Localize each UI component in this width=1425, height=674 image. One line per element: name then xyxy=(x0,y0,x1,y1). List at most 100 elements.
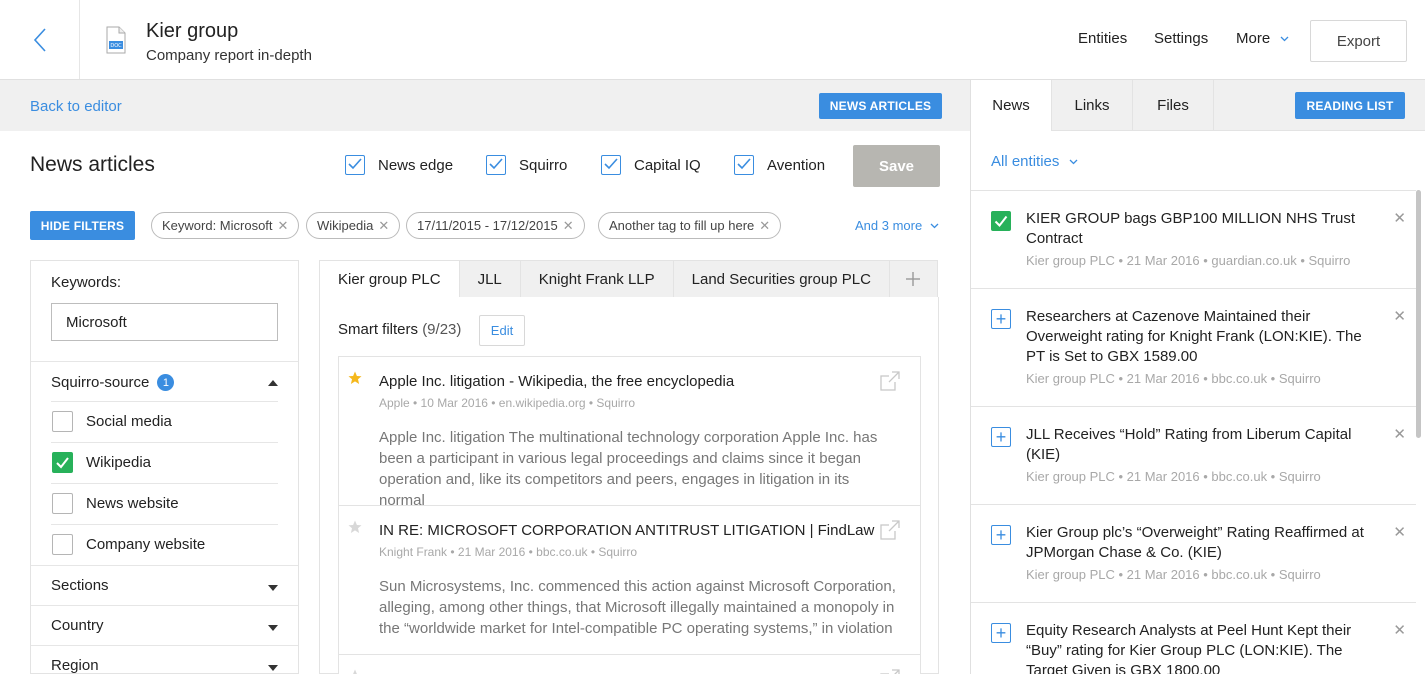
close-icon[interactable]: ✕ xyxy=(1393,307,1406,325)
news-list-item[interactable]: + Kier Group plc’s “Overweight” Rating R… xyxy=(971,504,1416,603)
news-articles-heading: News articles xyxy=(30,153,155,176)
plus-icon xyxy=(906,272,921,286)
close-icon[interactable]: ✕ xyxy=(1393,621,1406,639)
external-link-icon[interactable] xyxy=(880,371,900,391)
divider xyxy=(51,524,278,525)
add-tab-button[interactable] xyxy=(890,261,937,297)
added-check-icon[interactable] xyxy=(991,211,1011,231)
checkbox-checked-icon xyxy=(601,155,621,175)
reading-list-button[interactable]: READING LIST xyxy=(1295,92,1405,119)
news-item-title[interactable]: JLL Receives “Hold” Rating from Liberum … xyxy=(1026,425,1376,465)
article-meta: Apple • 10 Mar 2016 • en.wikipedia.org •… xyxy=(379,396,636,410)
filter-tag-label: 17/11/2015 - 17/12/2015 xyxy=(417,218,558,233)
close-icon[interactable]: ✕ xyxy=(1393,209,1406,227)
article-item[interactable] xyxy=(338,654,921,674)
squirro-source-group-header[interactable]: Squirro-source 1 xyxy=(51,374,175,391)
article-item[interactable]: Apple Inc. litigation - Wikipedia, the f… xyxy=(338,356,921,509)
section-country[interactable]: Country xyxy=(51,617,104,634)
collapse-arrow-icon[interactable] xyxy=(268,380,278,386)
news-list-item[interactable]: + Researchers at Cazenove Maintained the… xyxy=(971,288,1416,407)
remove-tag-icon[interactable]: ✕ xyxy=(563,218,574,234)
tab-files[interactable]: Files xyxy=(1133,80,1214,131)
and-more-toggle[interactable]: And 3 more xyxy=(855,218,939,233)
add-to-list-icon[interactable]: + xyxy=(991,309,1011,329)
news-item-meta: Kier group PLC • 21 Mar 2016 • bbc.co.uk… xyxy=(1026,469,1321,484)
news-item-title[interactable]: Researchers at Cazenove Maintained their… xyxy=(1026,307,1376,367)
expand-arrow-icon[interactable] xyxy=(268,625,278,631)
source-checkbox-news-edge[interactable]: News edge xyxy=(345,155,453,175)
all-entities-dropdown[interactable]: All entities xyxy=(991,153,1078,170)
back-to-editor-link[interactable]: Back to editor xyxy=(30,98,122,115)
tab-land-securities-group-plc[interactable]: Land Securities group PLC xyxy=(674,261,890,297)
source-checkbox-squirro[interactable]: Squirro xyxy=(486,155,567,175)
news-list-item[interactable]: + JLL Receives “Hold” Rating from Liberu… xyxy=(971,406,1416,505)
export-button[interactable]: Export xyxy=(1310,20,1407,62)
section-sections[interactable]: Sections xyxy=(51,577,109,594)
source-checkbox-capital-iq[interactable]: Capital IQ xyxy=(601,155,701,175)
star-outline-icon[interactable] xyxy=(348,520,362,534)
page-subtitle: Company report in-depth xyxy=(146,47,312,64)
back-button[interactable] xyxy=(0,0,80,79)
tab-news[interactable]: News xyxy=(971,80,1052,131)
option-label: Company website xyxy=(86,536,206,553)
hide-filters-button[interactable]: HIDE FILTERS xyxy=(30,211,135,240)
news-list-item[interactable]: + Equity Research Analysts at Peel Hunt … xyxy=(971,602,1416,674)
star-outline-icon[interactable] xyxy=(348,669,362,674)
external-link-icon[interactable] xyxy=(880,669,900,674)
divider xyxy=(31,645,298,646)
add-to-list-icon[interactable]: + xyxy=(991,623,1011,643)
source-label: Avention xyxy=(767,156,826,174)
news-item-meta: Kier group PLC • 21 Mar 2016 • bbc.co.uk… xyxy=(1026,567,1321,582)
section-region[interactable]: Region xyxy=(51,657,99,674)
news-item-title[interactable]: Kier Group plc’s “Overweight” Rating Rea… xyxy=(1026,523,1376,563)
keywords-input[interactable] xyxy=(51,303,278,341)
entity-tabs: Kier group PLC JLL Knight Frank LLP Land… xyxy=(319,260,938,298)
close-icon[interactable]: ✕ xyxy=(1393,425,1406,443)
nav-entities[interactable]: Entities xyxy=(1078,30,1127,47)
option-wikipedia[interactable]: Wikipedia xyxy=(52,452,151,473)
filter-tag-label: Wikipedia xyxy=(317,218,374,233)
option-news-website[interactable]: News website xyxy=(52,493,179,514)
smart-filters-label: Smart filters (9/23) xyxy=(338,321,461,338)
option-label: News website xyxy=(86,495,179,512)
option-label: Social media xyxy=(86,413,172,430)
all-entities-label: All entities xyxy=(991,153,1060,170)
divider xyxy=(51,483,278,484)
squirro-source-label: Squirro-source xyxy=(51,374,150,391)
news-item-title[interactable]: Equity Research Analysts at Peel Hunt Ke… xyxy=(1026,621,1376,674)
news-list-item[interactable]: KIER GROUP bags GBP100 MILLION NHS Trust… xyxy=(971,190,1416,289)
edit-smart-filters-button[interactable]: Edit xyxy=(479,315,525,346)
tab-jll[interactable]: JLL xyxy=(460,261,521,297)
remove-tag-icon[interactable]: ✕ xyxy=(278,218,289,234)
tab-knight-frank-llp[interactable]: Knight Frank LLP xyxy=(521,261,674,297)
article-title[interactable]: Apple Inc. litigation - Wikipedia, the f… xyxy=(379,373,734,390)
remove-tag-icon[interactable]: ✕ xyxy=(759,218,770,234)
article-item[interactable]: IN RE: MICROSOFT CORPORATION ANTITRUST L… xyxy=(338,505,921,655)
scrollbar[interactable] xyxy=(1416,190,1421,438)
tab-kier-group-plc[interactable]: Kier group PLC xyxy=(320,261,460,297)
nav-settings[interactable]: Settings xyxy=(1154,30,1208,47)
chevron-left-icon xyxy=(33,27,46,52)
option-social-media[interactable]: Social media xyxy=(52,411,172,432)
expand-arrow-icon[interactable] xyxy=(268,585,278,591)
remove-tag-icon[interactable]: ✕ xyxy=(378,218,389,234)
option-company-website[interactable]: Company website xyxy=(52,534,205,555)
news-articles-button[interactable]: NEWS ARTICLES xyxy=(819,93,942,119)
keywords-label: Keywords: xyxy=(51,274,122,291)
tab-links[interactable]: Links xyxy=(1052,80,1133,131)
filter-tag: Keyword: Microsoft ✕ xyxy=(151,212,300,239)
svg-text:DOC: DOC xyxy=(110,43,122,49)
source-checkbox-avention[interactable]: Avention xyxy=(734,155,825,175)
add-to-list-icon[interactable]: + xyxy=(991,427,1011,447)
checkbox-checked-icon xyxy=(734,155,754,175)
close-icon[interactable]: ✕ xyxy=(1393,523,1406,541)
news-item-title[interactable]: KIER GROUP bags GBP100 MILLION NHS Trust… xyxy=(1026,209,1376,249)
divider xyxy=(31,565,298,566)
star-icon[interactable] xyxy=(348,371,362,385)
external-link-icon[interactable] xyxy=(880,520,900,540)
save-button[interactable]: Save xyxy=(853,145,940,187)
article-title[interactable]: IN RE: MICROSOFT CORPORATION ANTITRUST L… xyxy=(379,522,874,539)
add-to-list-icon[interactable]: + xyxy=(991,525,1011,545)
nav-more[interactable]: More xyxy=(1236,30,1289,47)
expand-arrow-icon[interactable] xyxy=(268,665,278,671)
